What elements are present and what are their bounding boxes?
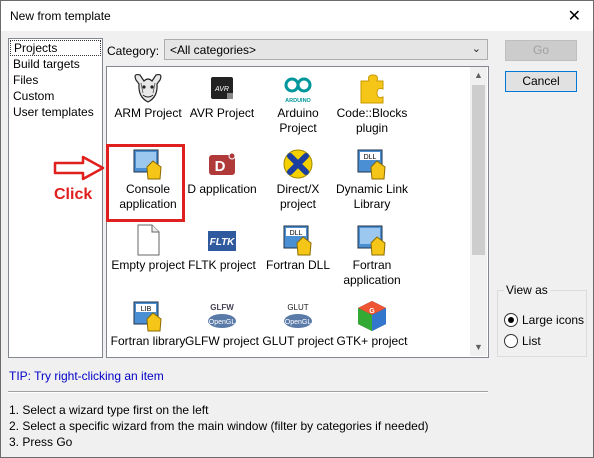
svg-text:GLUT: GLUT: [287, 303, 308, 312]
svg-text:DLL: DLL: [290, 230, 303, 237]
instruction-step: 3. Press Go: [9, 435, 73, 449]
sidebar-item-files[interactable]: Files: [9, 72, 102, 88]
sidebar-item-user-templates[interactable]: User templates: [9, 104, 102, 120]
template-label: AVR Project: [189, 106, 255, 120]
gtk-icon: G: [355, 299, 389, 333]
view-as-caption: View as: [504, 283, 550, 297]
template-label: FLTK project: [188, 258, 256, 272]
large-icons-label[interactable]: Large icons: [522, 313, 584, 327]
dll-icon: DLL: [355, 147, 389, 181]
cancel-button[interactable]: Cancel: [505, 71, 577, 92]
template-glfw-project[interactable]: GLFW OpenGL GLFW project: [183, 299, 261, 349]
template-glut-project[interactable]: GLUT OpenGL GLUT project: [259, 299, 337, 349]
svg-text:AVR: AVR: [214, 86, 229, 93]
tip-text: TIP: Try right-clicking an item: [9, 369, 164, 383]
avr-chip-icon: AVR: [205, 71, 239, 105]
template-gtk-project[interactable]: G GTK+ project: [333, 299, 411, 349]
svg-text:G: G: [369, 308, 375, 315]
category-label: Category:: [107, 44, 160, 58]
template-grid-scrollbar[interactable]: ▲ ▼: [470, 67, 487, 356]
template-label: Fortran DLL: [265, 258, 331, 272]
svg-text:DLL: DLL: [364, 154, 377, 161]
go-button[interactable]: Go: [505, 40, 577, 61]
scroll-down-icon[interactable]: ▼: [470, 339, 487, 356]
scroll-up-icon[interactable]: ▲: [470, 67, 487, 84]
svg-text:OpenGL: OpenGL: [285, 319, 312, 326]
view-as-group: View as Large icons List: [497, 283, 587, 357]
template-arm-project[interactable]: ARM Project: [109, 71, 187, 121]
template-avr-project[interactable]: AVR AVR Project: [183, 71, 261, 121]
instruction-step: 2. Select a specific wizard from the mai…: [9, 419, 429, 433]
template-label: GLUT project: [262, 334, 334, 348]
template-label: Code::Blocks plugin: [336, 106, 408, 135]
category-select[interactable]: <All categories> ⌄: [164, 39, 488, 60]
template-dynamic-link-library[interactable]: DLL Dynamic Link Library: [333, 147, 411, 212]
list-label[interactable]: List: [522, 334, 541, 348]
sidebar-item-custom[interactable]: Custom: [9, 88, 102, 104]
instructions: 1. Select a wizard type first on the lef…: [9, 402, 429, 450]
template-label: Empty project: [111, 258, 185, 272]
template-label: ARM Project: [114, 106, 182, 120]
window-title: New from template: [10, 9, 111, 23]
template-label: GLFW project: [184, 334, 259, 348]
empty-file-icon: [131, 223, 165, 257]
svg-text:LIB: LIB: [141, 306, 152, 313]
fltk-icon: FLTK: [205, 223, 239, 257]
glut-opengl-icon: GLUT OpenGL: [281, 299, 315, 333]
svg-text:D: D: [215, 158, 226, 175]
instruction-step: 1. Select a wizard type first on the lef…: [9, 403, 209, 417]
highlight-box: [106, 144, 185, 222]
template-label: GTK+ project: [336, 334, 408, 348]
category-value: <All categories>: [170, 43, 257, 57]
divider: [8, 391, 488, 393]
svg-text:GLFW: GLFW: [210, 303, 234, 312]
template-codeblocks-plugin[interactable]: Code::Blocks plugin: [333, 71, 411, 136]
puzzle-plugin-icon: [355, 71, 389, 105]
template-arduino-project[interactable]: ARDUINO Arduino Project: [259, 71, 337, 136]
arduino-icon: ARDUINO: [281, 71, 315, 105]
click-annotation: Click: [54, 186, 93, 203]
d-lang-icon: D: [205, 147, 239, 181]
sidebar-item-build-targets[interactable]: Build targets: [9, 56, 102, 72]
template-label: Direct/X project: [276, 182, 320, 211]
list-radio[interactable]: [504, 334, 518, 348]
glfw-opengl-icon: GLFW OpenGL: [205, 299, 239, 333]
template-label: D application: [187, 182, 257, 196]
chevron-down-icon: ⌄: [471, 43, 481, 55]
svg-text:ARDUINO: ARDUINO: [285, 98, 311, 104]
scroll-thumb[interactable]: [472, 85, 485, 255]
fortran-app-icon: [355, 223, 389, 257]
sidebar-item-projects[interactable]: Projects: [10, 40, 101, 56]
template-label: Fortran application: [343, 258, 401, 287]
title-bar: New from template ✕: [1, 1, 593, 31]
fortran-dll-icon: DLL: [281, 223, 315, 257]
svg-text:OpenGL: OpenGL: [209, 319, 236, 326]
template-fortran-dll[interactable]: DLL Fortran DLL: [259, 223, 337, 273]
template-directx-project[interactable]: Direct/X project: [259, 147, 337, 212]
large-icons-radio[interactable]: [504, 313, 518, 327]
svg-text:FLTK: FLTK: [210, 237, 236, 248]
directx-icon: [281, 147, 315, 181]
template-fltk-project[interactable]: FLTK FLTK project: [183, 223, 261, 273]
template-fortran-application[interactable]: Fortran application: [333, 223, 411, 288]
template-label: Dynamic Link Library: [335, 182, 409, 211]
fortran-lib-icon: LIB: [131, 299, 165, 333]
gnu-icon: [131, 71, 165, 105]
template-empty-project[interactable]: Empty project: [109, 223, 187, 273]
red-arrow-icon: [53, 155, 105, 181]
template-fortran-library[interactable]: LIB Fortran library: [109, 299, 187, 349]
template-label: Fortran library: [110, 334, 186, 348]
template-d-application[interactable]: D D application: [183, 147, 261, 197]
close-icon[interactable]: ✕: [568, 6, 581, 25]
template-label: Arduino Project: [277, 106, 319, 135]
